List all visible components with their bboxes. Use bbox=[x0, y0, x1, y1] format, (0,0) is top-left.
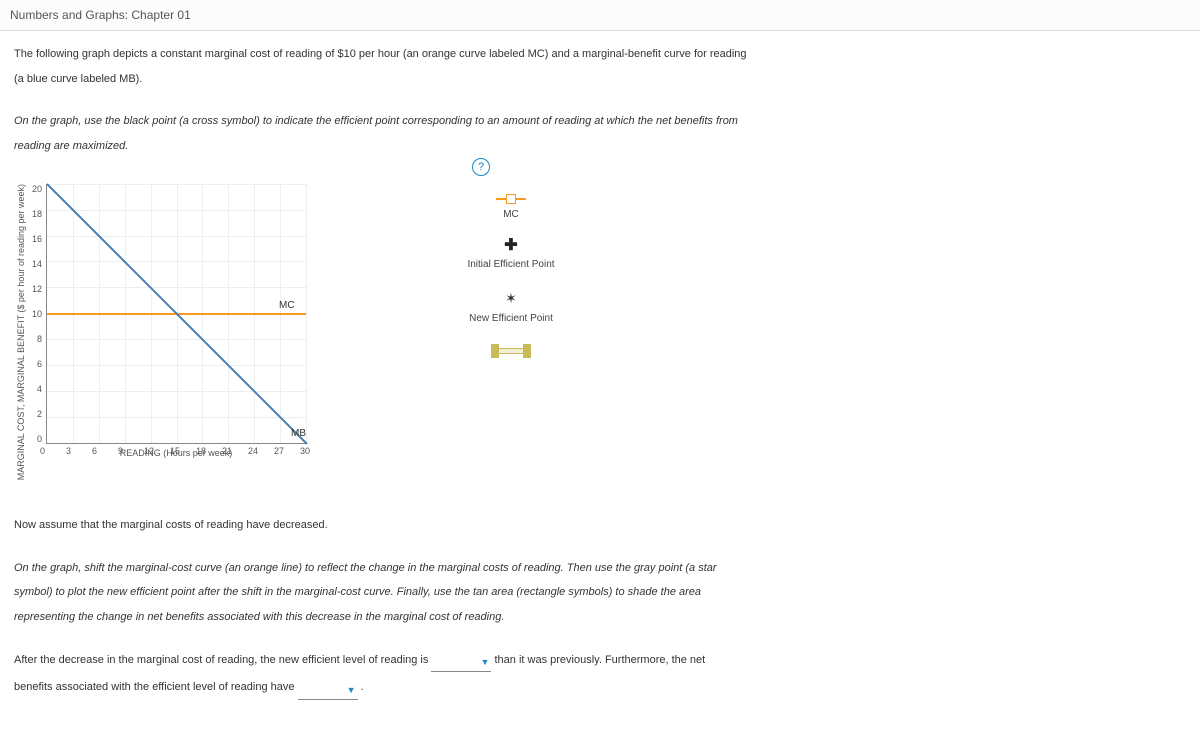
y-tick: 10 bbox=[28, 309, 42, 319]
mc-label: MC bbox=[279, 300, 295, 311]
chart-legend: MC ✚ Initial Efficient Point ✶ New Effic… bbox=[446, 192, 576, 381]
legend-initial-point[interactable]: ✚ Initial Efficient Point bbox=[446, 240, 576, 270]
line-handle-icon bbox=[496, 198, 526, 200]
rectangle-icon bbox=[491, 344, 531, 358]
y-tick: 20 bbox=[28, 184, 42, 194]
intro-line1: The following graph depicts a constant m… bbox=[14, 45, 1186, 64]
content-area: The following graph depicts a constant m… bbox=[0, 31, 1200, 736]
x-tick: 18 bbox=[196, 446, 206, 456]
x-tick: 21 bbox=[222, 446, 232, 456]
x-tick: 6 bbox=[92, 446, 97, 456]
graph-row: ? MARGINAL COST, MARGINAL BENEFIT ($ per… bbox=[14, 162, 1186, 480]
legend-shade-area[interactable] bbox=[446, 344, 576, 361]
fill-line2: benefits associated with the efficient l… bbox=[14, 678, 1186, 700]
dropdown-netbenefit[interactable]: ▼ bbox=[298, 683, 358, 700]
page-title: Numbers and Graphs: Chapter 01 bbox=[10, 8, 1190, 22]
instruction1-line1: On the graph, use the black point (a cro… bbox=[14, 112, 1186, 131]
x-tick: 3 bbox=[66, 446, 71, 456]
mid-text: Now assume that the marginal costs of re… bbox=[14, 516, 1186, 535]
y-tick: 12 bbox=[28, 284, 42, 294]
chevron-down-icon: ▼ bbox=[481, 655, 490, 670]
dropdown-comparison[interactable]: ▼ bbox=[431, 655, 491, 672]
y-tick: 8 bbox=[28, 334, 42, 344]
x-tick: 24 bbox=[248, 446, 258, 456]
y-tick: 14 bbox=[28, 259, 42, 269]
star-icon: ✶ bbox=[505, 290, 517, 306]
legend-mc[interactable]: MC bbox=[446, 192, 576, 220]
instruction2-line3: representing the change in net benefits … bbox=[14, 608, 1186, 627]
chevron-down-icon: ▼ bbox=[347, 683, 356, 698]
y-axis-ticks: 20 18 16 14 12 10 8 6 4 2 0 bbox=[28, 184, 46, 444]
fill-prefix: After the decrease in the marginal cost … bbox=[14, 654, 428, 666]
y-tick: 16 bbox=[28, 234, 42, 244]
x-tick: 0 bbox=[40, 446, 45, 456]
legend-new-point[interactable]: ✶ New Efficient Point bbox=[446, 290, 576, 324]
mid-text-span: Now assume that the marginal costs of re… bbox=[14, 519, 328, 531]
chart-plot[interactable]: MC MB bbox=[46, 184, 306, 444]
x-tick: 12 bbox=[144, 446, 154, 456]
chart-wrap: MARGINAL COST, MARGINAL BENEFIT ($ per h… bbox=[14, 184, 406, 480]
y-tick: 0 bbox=[28, 434, 42, 444]
x-tick: 9 bbox=[118, 446, 123, 456]
y-tick: 18 bbox=[28, 209, 42, 219]
legend-new-label: New Efficient Point bbox=[446, 313, 576, 324]
instruction2-line1: On the graph, shift the marginal-cost cu… bbox=[14, 559, 1186, 578]
instruction1-line2: reading are maximized. bbox=[14, 137, 1186, 156]
help-icon[interactable]: ? bbox=[472, 158, 490, 176]
fill-dot: . bbox=[361, 681, 364, 693]
y-tick: 6 bbox=[28, 359, 42, 369]
fill-line1: After the decrease in the marginal cost … bbox=[14, 651, 1186, 673]
fill-line2-prefix: benefits associated with the efficient l… bbox=[14, 681, 294, 693]
x-tick: 30 bbox=[300, 446, 310, 456]
legend-initial-label: Initial Efficient Point bbox=[446, 259, 576, 270]
y-tick: 4 bbox=[28, 384, 42, 394]
x-tick: 27 bbox=[274, 446, 284, 456]
fill-mid: than it was previously. Furthermore, the… bbox=[495, 654, 706, 666]
mb-curve bbox=[47, 184, 307, 444]
cross-icon: ✚ bbox=[504, 237, 517, 254]
y-axis-label: MARGINAL COST, MARGINAL BENEFIT ($ per h… bbox=[14, 184, 28, 480]
instruction2-line2: symbol) to plot the new efficient point … bbox=[14, 583, 1186, 602]
legend-mc-label: MC bbox=[446, 209, 576, 220]
page-header: Numbers and Graphs: Chapter 01 bbox=[0, 0, 1200, 31]
intro-line2: (a blue curve labeled MB). bbox=[14, 70, 1186, 89]
y-tick: 2 bbox=[28, 409, 42, 419]
mb-label: MB bbox=[291, 428, 306, 439]
x-tick: 15 bbox=[170, 446, 180, 456]
